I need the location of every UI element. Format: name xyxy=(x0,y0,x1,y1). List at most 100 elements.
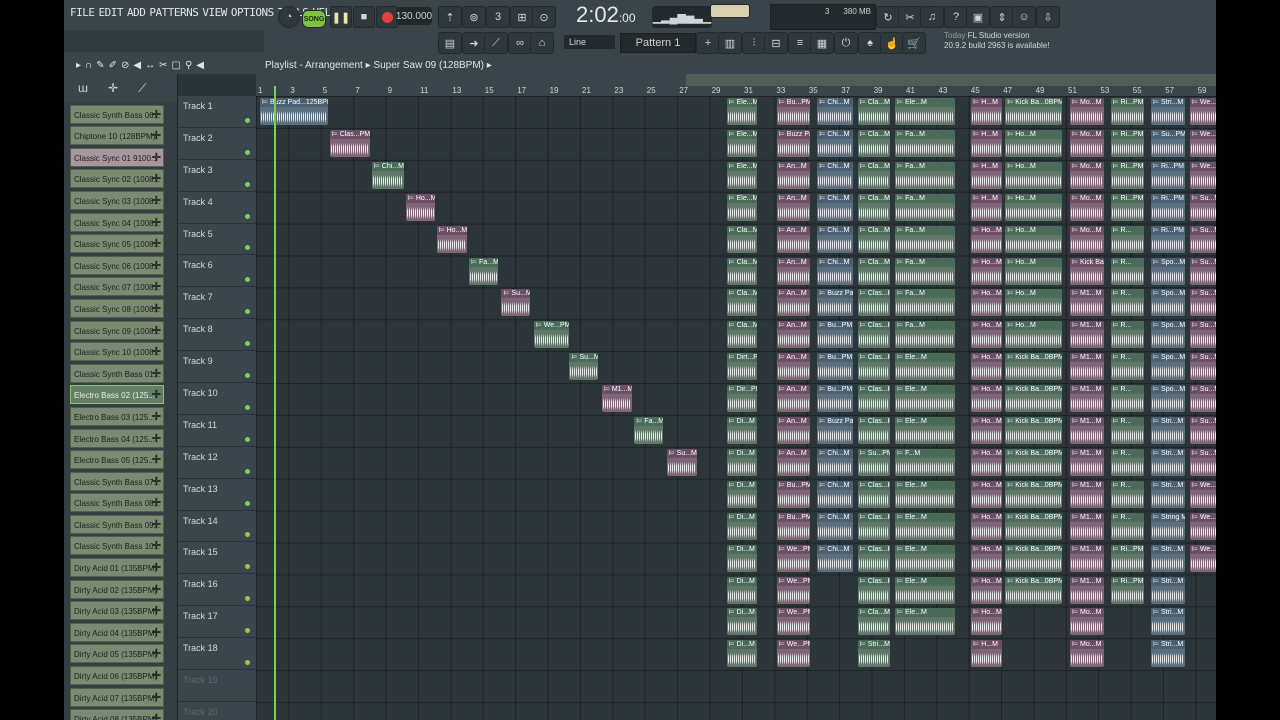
audio-clip[interactable]: ⊨ Stri...M xyxy=(1151,448,1185,476)
browser-item[interactable]: Classic Sync 10 (1008... ✛ xyxy=(70,342,164,362)
audio-clip[interactable]: ⊨ Ho...M xyxy=(971,448,1002,476)
tools-icon[interactable]: ♠ xyxy=(858,32,882,54)
audio-clip[interactable]: ⊨ Ri...PM xyxy=(1110,576,1145,604)
audio-clip[interactable]: ⊨ Fa...M xyxy=(895,225,955,253)
audio-clip[interactable]: ⊨ H...M xyxy=(971,193,1002,221)
add-icon[interactable]: ✛ xyxy=(152,127,161,144)
audio-clip[interactable]: ⊨ M1...M xyxy=(1070,417,1104,444)
audio-clip[interactable]: ⊨ Ho...M xyxy=(1005,321,1062,349)
audio-clip[interactable]: ⊨ Stri...M xyxy=(1151,608,1185,636)
menu-file[interactable]: FILE xyxy=(68,6,97,19)
audio-clip[interactable]: ⊨ Ho...M xyxy=(1005,257,1062,285)
track-mute-led[interactable] xyxy=(245,373,250,379)
audio-clip[interactable]: ⊨ An...M xyxy=(776,385,811,413)
audio-clip[interactable]: ⊨ Cla...M xyxy=(726,321,757,349)
audio-clip[interactable]: ⊨ Ho...M xyxy=(971,385,1002,413)
menu-patterns[interactable]: PATTERNS xyxy=(147,6,200,19)
audio-clip[interactable]: ⊨ Ho...M xyxy=(1005,289,1062,317)
track-mute-led[interactable] xyxy=(245,309,250,315)
browser-nav-icon[interactable]: ✛ xyxy=(108,81,118,95)
audio-clip[interactable]: ⊨ We...PM xyxy=(533,321,570,349)
track-header[interactable]: Track 12 xyxy=(178,447,256,479)
browser-item[interactable]: Classic Sync 01 9100... ✛ xyxy=(70,147,164,167)
song-mode-toggle[interactable]: SONG xyxy=(302,10,326,28)
audio-clip[interactable]: ⊨ Su...M xyxy=(1189,193,1216,221)
audio-clip[interactable]: ⊨ Kick Ba...0BPM xyxy=(1005,576,1062,604)
audio-clip[interactable]: ⊨ Su...M xyxy=(1189,289,1216,317)
add-icon[interactable]: ✛ xyxy=(152,581,161,598)
browser-item[interactable]: Classic Synth Bass 09... ✛ xyxy=(70,514,164,534)
arrow-right-icon[interactable]: ▸ xyxy=(76,60,81,71)
audio-clip[interactable]: ⊨ Ele...M xyxy=(895,385,955,413)
track-mute-led[interactable] xyxy=(245,596,250,602)
audio-clip[interactable]: ⊨ R... xyxy=(1110,417,1145,444)
menu-edit[interactable]: EDIT xyxy=(97,6,126,19)
audio-clip[interactable]: ⊨ An...M xyxy=(776,289,811,317)
save-icon[interactable]: ▣ xyxy=(966,6,990,28)
chat-icon[interactable]: ☺ xyxy=(1012,6,1036,28)
audio-clip[interactable]: ⊨ An...M xyxy=(776,353,811,381)
audio-clip[interactable]: ⊨ H...M xyxy=(971,640,1002,668)
audio-clip[interactable]: ⊨ An...M xyxy=(776,257,811,285)
audio-clip[interactable]: ⊨ Su...PM xyxy=(1151,129,1185,157)
browser-item[interactable]: Classic Synth Bass 10... ✛ xyxy=(70,536,164,556)
track-header[interactable]: Track 15 xyxy=(178,542,256,575)
audio-clip[interactable]: ⊨ Cla...M xyxy=(857,98,890,125)
audio-clip[interactable]: ⊨ Ho...M xyxy=(1005,193,1062,221)
record-button[interactable] xyxy=(376,6,398,28)
audio-clip[interactable]: ⊨ Fa...M xyxy=(895,161,955,189)
audio-clip[interactable]: ⊨ Clas...PM xyxy=(329,129,370,157)
audio-clip[interactable]: ⊨ An...M xyxy=(776,225,811,253)
audio-clip[interactable]: ⊨ Stri...M xyxy=(1151,98,1185,125)
audio-clip[interactable]: ⊨ Kick Ba...0BPM xyxy=(1005,512,1062,540)
audio-clip[interactable]: ⊨ Ele...M xyxy=(895,98,955,125)
add-icon[interactable]: ✛ xyxy=(152,300,161,317)
audio-clip[interactable]: ⊨ Ele...M xyxy=(726,193,757,221)
audio-clip[interactable]: ⊨ Cla...M xyxy=(857,193,890,221)
playhead[interactable] xyxy=(274,86,276,720)
paint-icon[interactable]: ✐ xyxy=(109,60,117,71)
browser-item[interactable]: Classic Sync 02 (1008... ✛ xyxy=(70,169,164,189)
audio-clip[interactable]: ⊨ Buzz Pad... xyxy=(817,289,853,317)
audio-clip[interactable]: ⊨ R... xyxy=(1110,321,1145,349)
track-header[interactable]: Track 11 xyxy=(178,415,256,447)
audio-clip[interactable]: ⊨ Bu...PM xyxy=(817,385,853,413)
audio-clip[interactable]: ⊨ Di...M xyxy=(726,448,757,476)
audio-clip[interactable]: ⊨ Ho...M xyxy=(971,512,1002,540)
audio-clip[interactable]: ⊨ An...M xyxy=(776,193,811,221)
undo-icon[interactable]: ↻ xyxy=(876,6,900,28)
audio-clip[interactable]: ⊨ M1...M xyxy=(1070,448,1104,476)
add-pattern-icon[interactable]: + xyxy=(696,32,720,54)
audio-clip[interactable]: ⊨ Stri...M xyxy=(1151,640,1185,668)
audio-clip[interactable]: ⊨ Ri...PM xyxy=(1110,544,1145,572)
audio-clip[interactable]: ⊨ Clas...PM xyxy=(857,544,890,572)
track-header[interactable]: Track 9 xyxy=(178,351,256,384)
plugin-icon[interactable]: ⇕ xyxy=(990,6,1014,28)
audio-clip[interactable]: ⊨ Kick Ba...0BPM xyxy=(1005,480,1062,508)
audio-clip[interactable]: ⊨ Ho...M xyxy=(1005,161,1062,189)
menu-options[interactable]: OPTIONS xyxy=(229,6,276,19)
audio-clip[interactable]: ⊨ Ho...M xyxy=(971,417,1002,444)
browser-item[interactable]: Classic Synth Bass 06... ✛ xyxy=(70,104,164,124)
add-icon[interactable]: ✛ xyxy=(152,494,161,511)
add-icon[interactable]: ✛ xyxy=(152,430,161,447)
add-icon[interactable]: ✛ xyxy=(152,365,161,382)
audio-clip[interactable]: ⊨ R... xyxy=(1110,257,1145,285)
audio-clip[interactable]: ⊨ Clas...PM xyxy=(857,321,890,349)
browser-icon[interactable]: ▦ xyxy=(810,32,834,54)
audio-clip[interactable]: ⊨ R... xyxy=(1110,385,1145,413)
add-icon[interactable]: ✛ xyxy=(152,192,161,209)
audio-clip[interactable]: ⊨ Ho...M xyxy=(971,321,1002,349)
audio-clip[interactable]: ⊨ We...PM xyxy=(1189,480,1216,508)
add-icon[interactable]: ✛ xyxy=(152,516,161,533)
audio-clip[interactable]: ⊨ Fa...M xyxy=(634,417,663,444)
blend-notes-icon[interactable]: ⊞ xyxy=(510,6,534,28)
audio-clip[interactable]: ⊨ R... xyxy=(1110,353,1145,381)
browser-item[interactable]: Classic Synth Bass 07... ✛ xyxy=(70,471,164,491)
audio-clip[interactable]: ⊨ R... xyxy=(1110,225,1145,253)
add-icon[interactable]: ✛ xyxy=(152,624,161,641)
play-button[interactable]: ❚❚ xyxy=(330,6,352,28)
audio-clip[interactable]: ⊨ Ele...M xyxy=(895,417,955,444)
audio-clip[interactable]: ⊨ Buzz Pad... xyxy=(817,417,853,444)
add-icon[interactable]: ✛ xyxy=(152,473,161,490)
